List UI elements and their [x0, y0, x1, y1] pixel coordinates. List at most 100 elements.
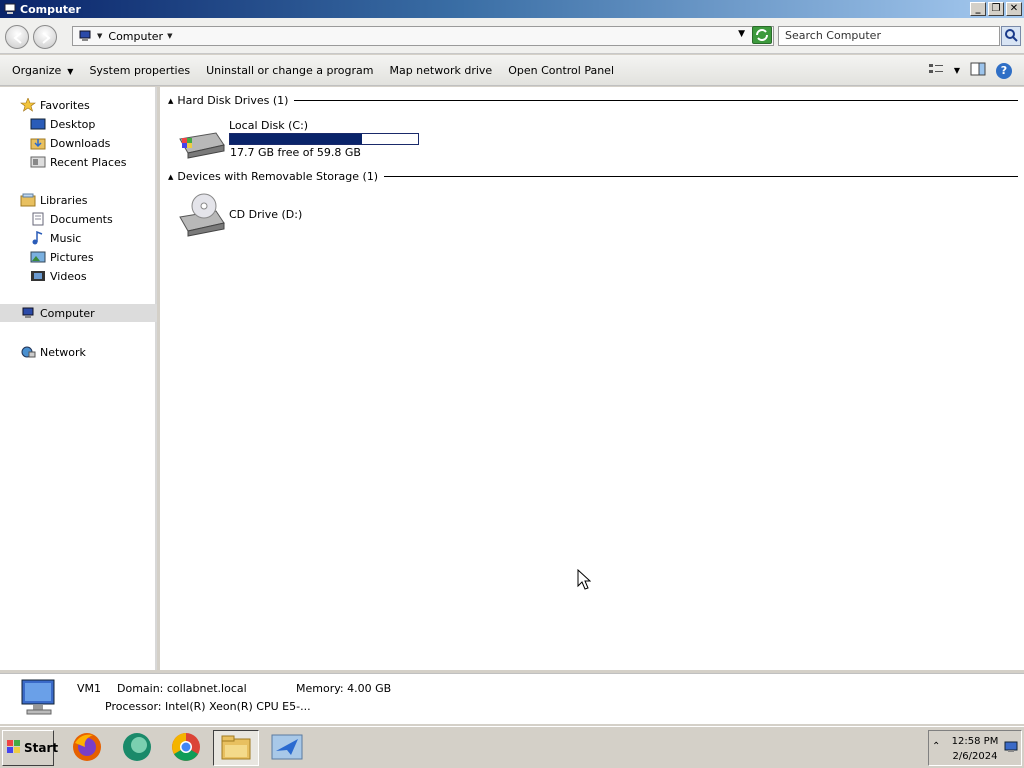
show-hidden-icons-icon[interactable]: ⌃	[932, 741, 940, 752]
pictures-icon	[30, 250, 46, 264]
refresh-icon	[756, 29, 768, 41]
nav-label: Network	[40, 345, 86, 359]
nav-downloads[interactable]: Downloads	[30, 134, 110, 152]
collapse-triangle-icon[interactable]: ▲	[168, 173, 173, 181]
documents-icon	[30, 212, 46, 226]
organize-button[interactable]: Organize ▼	[12, 64, 73, 77]
back-button[interactable]	[5, 25, 29, 49]
nav-libraries[interactable]: Libraries	[20, 191, 88, 209]
nav-label: Documents	[50, 212, 113, 226]
nav-network[interactable]: Network	[20, 343, 86, 361]
search-button[interactable]	[1001, 26, 1021, 46]
nav-computer[interactable]: Computer	[0, 304, 157, 322]
group-header-removable[interactable]: ▲ Devices with Removable Storage (1)	[168, 170, 1018, 183]
firefox-icon	[71, 731, 103, 766]
start-label: Start	[24, 741, 59, 755]
close-button[interactable]: ✕	[1006, 2, 1022, 16]
taskbar-explorer[interactable]	[213, 730, 259, 766]
taskbar-app-2[interactable]	[114, 730, 160, 766]
open-control-panel-button[interactable]: Open Control Panel	[508, 64, 614, 77]
mouse-cursor-icon	[577, 568, 592, 594]
computer-icon	[79, 30, 91, 41]
downloads-folder-icon	[30, 136, 46, 150]
processor-info: Processor: Intel(R) Xeon(R) CPU E5-...	[105, 700, 311, 713]
recent-places-icon	[30, 155, 46, 169]
window-title: Computer	[20, 2, 81, 16]
map-network-drive-button[interactable]: Map network drive	[389, 64, 492, 77]
address-row: ▼ Computer ▼ ▼ Search Computer	[0, 18, 1024, 54]
details-pane: VM1 Domain: collabnet.local Memory: 4.00…	[0, 673, 1024, 724]
music-icon	[30, 230, 46, 245]
group-header-hard-disk[interactable]: ▲ Hard Disk Drives (1)	[168, 94, 1018, 107]
memory-info: Memory: 4.00 GB	[296, 682, 392, 695]
organize-label: Organize	[12, 63, 62, 77]
back-arrow-icon	[13, 32, 22, 44]
title-bar[interactable]: Computer _ ❐ ✕	[0, 0, 1024, 18]
nav-music[interactable]: Music	[30, 229, 81, 247]
forward-button[interactable]	[33, 25, 57, 49]
drive-name: CD Drive (D:)	[229, 208, 303, 221]
clock-date[interactable]: 2/6/2024	[945, 751, 1005, 762]
navigation-pane: Favorites Desktop Downloads Recent Place…	[0, 87, 157, 670]
nav-pictures[interactable]: Pictures	[30, 248, 94, 266]
nav-label: Favorites	[40, 98, 90, 112]
search-input[interactable]: Search Computer	[778, 26, 1000, 46]
address-history-dropdown[interactable]: ▼	[738, 29, 745, 39]
nav-desktop[interactable]: Desktop	[30, 115, 95, 133]
drive-local-disk-c[interactable]: Local Disk (C:) 17.7 GB free of 59.8 GB	[176, 119, 446, 163]
drive-name: Local Disk (C:)	[229, 119, 309, 132]
uninstall-program-button[interactable]: Uninstall or change a program	[206, 64, 373, 77]
address-bar[interactable]: ▼ Computer ▼ ▼	[72, 26, 774, 46]
teal-app-icon	[121, 731, 153, 766]
taskbar-chrome[interactable]	[163, 730, 209, 766]
refresh-button[interactable]	[752, 26, 772, 44]
taskbar: Start ⌃ 12:58 PM 2/6/2024	[0, 726, 1024, 768]
chevron-down-icon[interactable]: ▼	[97, 32, 102, 40]
command-bar: Organize ▼ System properties Uninstall or…	[0, 55, 1024, 86]
computer-name: VM1	[77, 682, 102, 695]
nav-label: Libraries	[40, 193, 88, 207]
help-icon[interactable]: ?	[996, 62, 1012, 79]
capacity-fill	[230, 134, 363, 144]
libraries-icon	[20, 193, 36, 207]
computer-icon	[20, 306, 36, 320]
start-button[interactable]: Start	[2, 730, 58, 766]
restore-button[interactable]: ❐	[988, 2, 1004, 16]
chevron-down-icon[interactable]: ▼	[167, 32, 172, 40]
search-icon	[1005, 29, 1018, 42]
videos-icon	[30, 269, 46, 283]
nav-label: Music	[50, 231, 82, 245]
group-title: Hard Disk Drives (1)	[177, 94, 289, 107]
computer-icon	[3, 3, 17, 15]
group-divider	[294, 100, 1018, 101]
capacity-bar	[229, 133, 419, 145]
nav-recent-places[interactable]: Recent Places	[30, 153, 127, 171]
collapse-triangle-icon[interactable]: ▲	[168, 97, 173, 105]
nav-label: Videos	[50, 269, 87, 283]
network-tray-icon[interactable]	[1004, 741, 1018, 756]
nav-documents[interactable]: Documents	[30, 210, 113, 228]
computer-monitor-icon	[18, 678, 62, 723]
drive-cd-d[interactable]: CD Drive (D:)	[176, 191, 336, 241]
taskbar-app-5[interactable]	[264, 730, 310, 766]
nav-favorites[interactable]: Favorites	[20, 96, 90, 114]
nav-videos[interactable]: Videos	[30, 267, 87, 285]
breadcrumb-computer[interactable]: Computer	[108, 30, 163, 43]
change-view-icon[interactable]	[928, 62, 944, 79]
domain-info: Domain: collabnet.local	[117, 682, 247, 695]
system-properties-button[interactable]: System properties	[89, 64, 190, 77]
chevron-down-icon: ▼	[67, 66, 74, 76]
nav-label: Computer	[40, 306, 95, 320]
clock-time[interactable]: 12:58 PM	[945, 736, 1005, 747]
cd-drive-icon	[176, 191, 228, 242]
view-options-chevron-icon[interactable]: ▼	[954, 66, 960, 75]
group-title: Devices with Removable Storage (1)	[177, 170, 379, 183]
forward-arrow-icon	[42, 32, 51, 44]
desktop-icon	[30, 117, 46, 131]
system-tray: ⌃ 12:58 PM 2/6/2024	[928, 730, 1022, 766]
windows-logo-icon	[7, 739, 21, 757]
preview-pane-icon[interactable]	[970, 62, 986, 79]
nav-label: Downloads	[50, 136, 111, 150]
minimize-button[interactable]: _	[970, 2, 986, 16]
taskbar-firefox[interactable]	[64, 730, 110, 766]
